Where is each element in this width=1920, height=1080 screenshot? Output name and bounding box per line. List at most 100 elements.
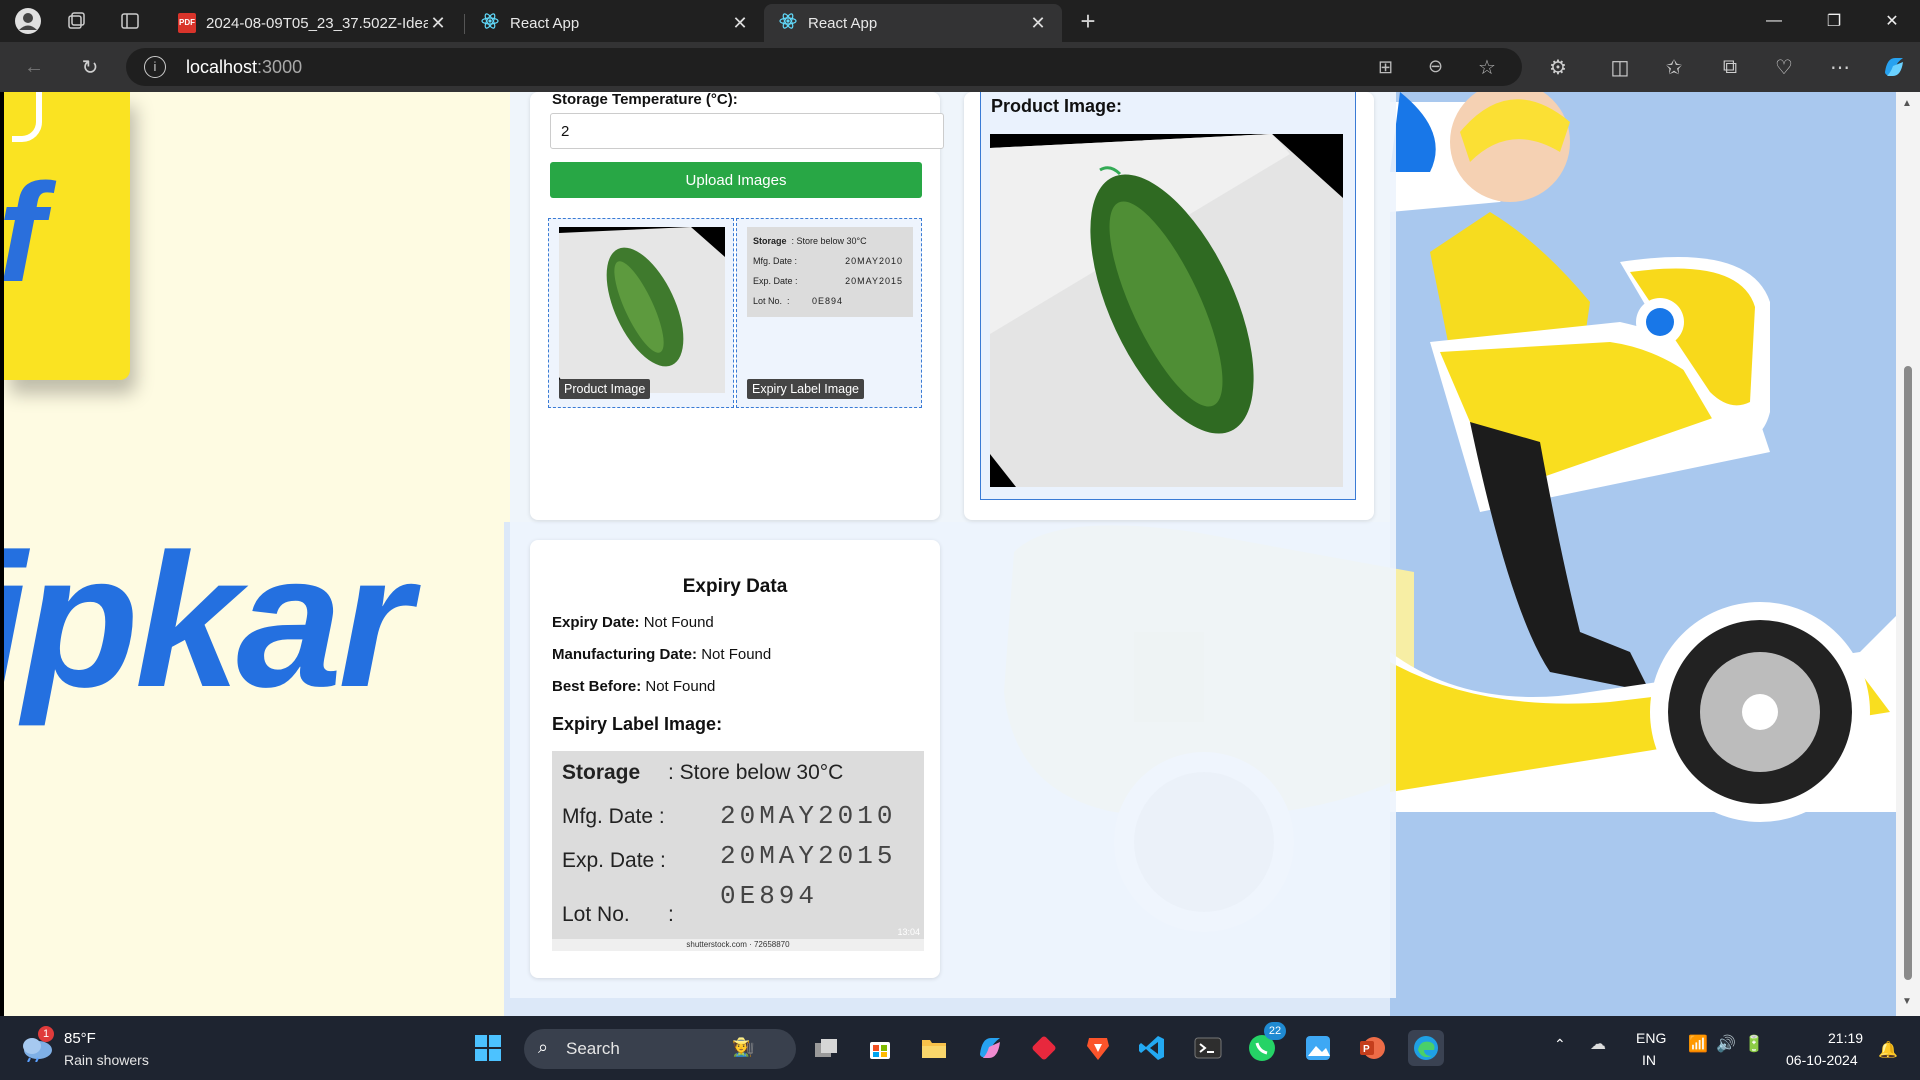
more-menu-icon[interactable]: ⋯ [1822, 49, 1858, 85]
react-icon [778, 11, 798, 35]
notification-bell-icon[interactable]: 🔔 [1878, 1040, 1898, 1060]
label-storage-key: Storage [562, 761, 641, 784]
vertical-tabs-icon[interactable] [112, 3, 148, 39]
whatsapp-icon[interactable]: 22 [1244, 1022, 1286, 1066]
delivery-rider-illustration [1390, 92, 1900, 822]
photos-app-icon[interactable] [1300, 1030, 1336, 1066]
wifi-icon[interactable]: 📶 [1688, 1034, 1708, 1054]
site-info-icon[interactable]: i [144, 56, 166, 78]
back-icon[interactable]: ← [16, 49, 52, 85]
expiry-date-row: Expiry Date: Not Found [552, 614, 714, 631]
tab-title: 2024-08-09T05_23_37.502Z-Idea [206, 14, 428, 32]
upload-images-button[interactable]: Upload Images [550, 162, 922, 198]
microsoft-store-icon[interactable] [862, 1030, 898, 1066]
search-icon: ⌕ [538, 1037, 549, 1057]
minimize-icon[interactable]: — [1744, 0, 1804, 42]
vscode-icon[interactable] [1134, 1030, 1170, 1066]
volume-icon[interactable]: 🔊 [1716, 1034, 1736, 1054]
manufacturing-date-label: Manufacturing Date: [552, 646, 698, 663]
language-indicator-bottom[interactable]: IN [1642, 1052, 1656, 1068]
app-available-icon[interactable]: ⊞ [1378, 57, 1393, 78]
expiry-label-caption: Expiry Label Image [747, 379, 865, 399]
language-indicator-top[interactable]: ENG [1636, 1030, 1666, 1046]
favorite-star-icon[interactable]: ☆ [1478, 55, 1496, 80]
tab-pdf[interactable]: PDF 2024-08-09T05_23_37.502Z-Idea ✕ [164, 4, 462, 42]
vertical-scrollbar[interactable]: ▲ ▼ [1896, 92, 1920, 1016]
tab-react-app[interactable]: React App ✕ [466, 4, 764, 42]
best-before-label: Best Before: [552, 678, 642, 695]
label-storage-value: : Store below 30°C [668, 761, 844, 784]
url-field[interactable]: i localhost:3000 ⊞ ⊖ ☆ [126, 48, 1522, 86]
restore-icon[interactable]: ❐ [1804, 0, 1864, 42]
expiry-date-value: Not Found [643, 614, 714, 631]
expiry-label-thumbnail[interactable]: Storage : Store below 30°C Mfg. Date : 2… [736, 218, 922, 408]
copilot-icon[interactable] [1876, 49, 1912, 85]
flipkart-logo-f: f [4, 152, 45, 314]
expiry-data-card: Expiry Data Expiry Date: Not Found Manuf… [530, 540, 940, 978]
powerpoint-icon[interactable]: P [1354, 1030, 1390, 1066]
clock-time[interactable]: 21:19 [1828, 1030, 1863, 1046]
product-image-card: Product Image: [964, 92, 1374, 520]
brave-browser-icon[interactable] [1080, 1030, 1116, 1066]
product-image-caption: Product Image [559, 379, 651, 399]
weather-icon[interactable]: 1 [20, 1026, 54, 1063]
manufacturing-date-row: Manufacturing Date: Not Found [552, 646, 771, 663]
extensions-icon[interactable]: ⚙ [1540, 49, 1576, 85]
label-mfg-value: 20MAY2010 [720, 801, 897, 831]
split-screen-icon[interactable]: ◫ [1602, 49, 1638, 85]
svg-text:P: P [1363, 1044, 1370, 1055]
weather-description[interactable]: Rain showers [64, 1052, 149, 1068]
close-tab-icon[interactable]: ✕ [730, 13, 750, 34]
label-lot-key: Lot No. [562, 903, 630, 926]
flipkart-wordmark: ipkar [4, 515, 412, 727]
label-exp-value: 20MAY2015 [720, 841, 897, 871]
whatsapp-badge: 22 [1264, 1022, 1286, 1040]
expiry-label-image: Storage : Store below 30°C Mfg. Date : 2… [552, 751, 924, 951]
refresh-icon[interactable]: ↻ [72, 49, 108, 85]
clock-date[interactable]: 06-10-2024 [1786, 1052, 1858, 1068]
product-image-thumbnail[interactable]: Product Image [548, 218, 734, 408]
label-lot-value: 0E894 [720, 881, 819, 911]
onedrive-offline-icon[interactable]: ☁ [1590, 1034, 1606, 1054]
tab-react-app-active[interactable]: React App ✕ [764, 4, 1062, 42]
label-lot-colon: : [668, 903, 674, 926]
expiry-data-title: Expiry Data [682, 576, 788, 597]
battery-icon[interactable]: 🔋 [1744, 1034, 1764, 1054]
expiry-date-label: Expiry Date: [552, 614, 640, 631]
edge-browser-icon[interactable] [1408, 1030, 1444, 1066]
collections-icon[interactable]: ⧉ [1712, 49, 1748, 85]
file-explorer-icon[interactable] [916, 1030, 952, 1066]
show-hidden-icons[interactable]: ⌃ [1554, 1036, 1566, 1053]
new-tab-icon[interactable]: + [1070, 3, 1106, 39]
profile-icon[interactable] [10, 3, 46, 39]
expiry-label-image-title: Expiry Label Image: [552, 714, 723, 734]
browser-essentials-icon[interactable]: ♡ [1766, 49, 1802, 85]
scroll-down-icon[interactable]: ▼ [1902, 996, 1912, 1007]
close-tab-icon[interactable]: ✕ [1028, 13, 1048, 34]
expiry-label-preview: Storage : Store below 30°C Mfg. Date : 2… [747, 227, 913, 317]
close-tab-icon[interactable]: ✕ [428, 13, 448, 34]
copilot-app-icon[interactable] [972, 1030, 1008, 1066]
windows-start-icon[interactable] [470, 1030, 506, 1066]
weather-alert-badge: 1 [38, 1026, 54, 1042]
search-placeholder: Search [566, 1039, 620, 1058]
logo-ring [12, 92, 42, 142]
taskbar-search[interactable]: ⌕ Search 🧑‍🌾 [524, 1029, 796, 1069]
workspaces-icon[interactable] [58, 3, 94, 39]
product-image-preview [559, 227, 725, 393]
scroll-thumb[interactable] [1904, 366, 1912, 980]
page-viewport: f ipkar Storage Temperature (°C): [4, 92, 1900, 1016]
task-view-icon[interactable] [808, 1030, 844, 1066]
close-window-icon[interactable]: ✕ [1862, 0, 1920, 42]
storage-temperature-input[interactable] [550, 113, 944, 149]
best-before-row: Best Before: Not Found [552, 678, 715, 695]
zoom-icon[interactable]: ⊖ [1428, 56, 1443, 77]
best-before-value: Not Found [645, 678, 716, 695]
weather-temperature[interactable]: 85°F [64, 1030, 96, 1047]
favorites-icon[interactable]: ✩ [1656, 49, 1692, 85]
terminal-icon[interactable] [1190, 1030, 1226, 1066]
tab-title: React App [808, 14, 878, 32]
address-bar: ← ↻ i localhost:3000 ⊞ ⊖ ☆ ⚙ ◫ ✩ ⧉ ♡ ⋯ [0, 42, 1920, 92]
git-app-icon[interactable] [1026, 1030, 1062, 1066]
scroll-up-icon[interactable]: ▲ [1902, 98, 1912, 109]
